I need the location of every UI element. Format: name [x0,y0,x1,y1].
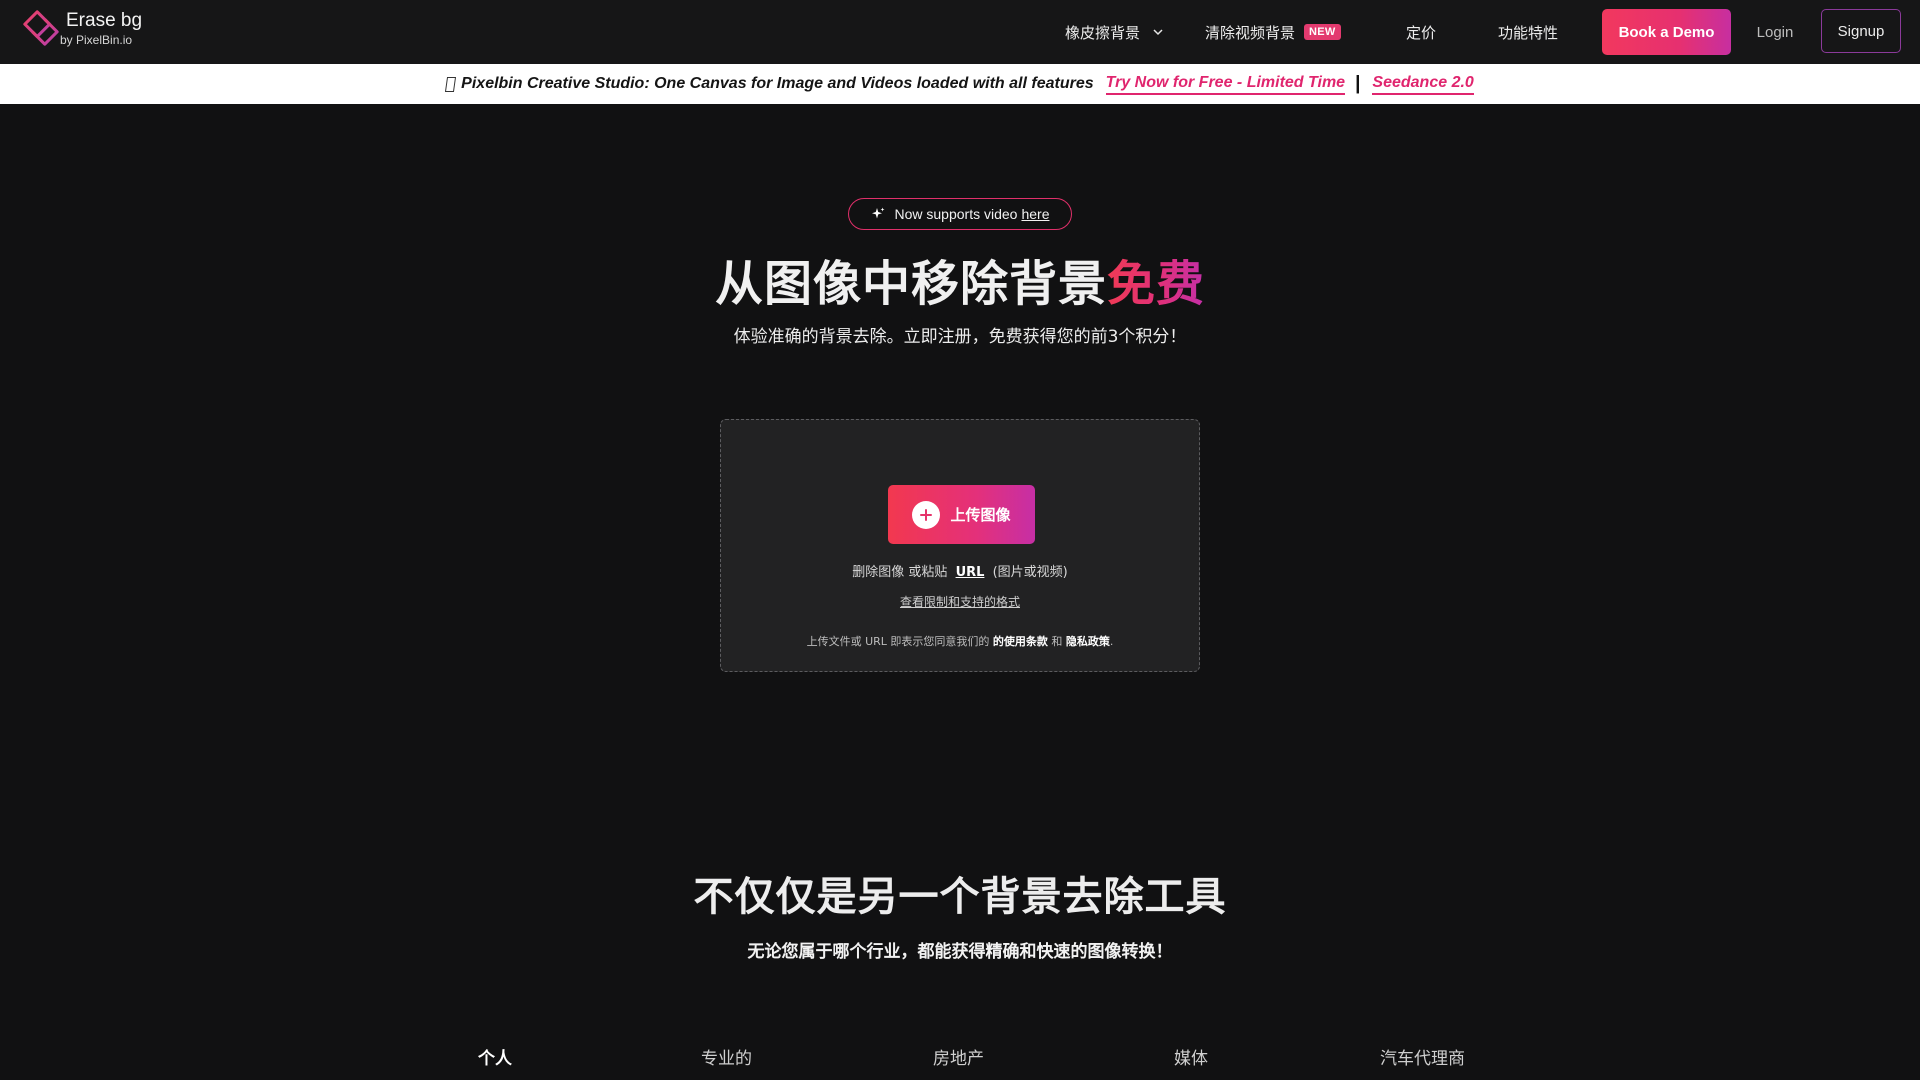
top-navigation-bar: Erase bg by PixelBin.io 橡皮擦背景 清除视频背景 NEW… [0,0,1920,64]
drop-instructions: 删除图像 或粘贴 URL (图片或视频) [721,561,1199,580]
limits-formats-link[interactable]: 查看限制和支持的格式 [900,595,1020,609]
tab-personal[interactable]: 个人 [478,1044,512,1069]
plus-icon [912,500,941,529]
hero-subtitle: 体验准确的背景去除。立即注册，免费获得您的前3个积分！ [733,327,1187,347]
signup-button[interactable]: Signup [1821,9,1901,53]
announcement-banner: Pixelbin Creative Studio: One Canvas for… [0,64,1920,104]
brand-text: Erase bg by PixelBin.io [60,9,143,47]
nav-item-label: 定价 [1406,23,1437,42]
nav-item-video-background[interactable]: 清除视频背景 NEW [1205,0,1341,64]
title-accent-free: 免费 [1107,256,1206,312]
nav-item-label: 清除视频背景 [1205,23,1296,42]
section-title: 不仅仅是另一个背景去除工具 [693,874,1227,920]
tab-real-estate[interactable]: 房地产 [933,1044,984,1069]
terms-suffix: . [1109,635,1114,648]
new-badge: NEW [1304,24,1341,40]
book-demo-button[interactable]: Book a Demo [1602,9,1731,55]
terms-and: 和 [1051,635,1063,648]
tab-car-dealers[interactable]: 汽车代理商 [1380,1044,1465,1069]
banner-seedance-link[interactable]: Seedance 2.0 [1372,74,1474,95]
tab-media[interactable]: 媒体 [1174,1044,1208,1069]
brand-logo-link[interactable]: Erase bg by PixelBin.io [22,9,162,55]
nav-item-features[interactable]: 功能特性 [1498,0,1558,64]
upload-image-button[interactable]: 上传图像 [888,485,1035,544]
industry-tabs: 个人 专业的 房地产 媒体 汽车代理商 [0,1044,1920,1074]
privacy-policy-link[interactable]: 隐私政策 [1066,635,1110,648]
missing-glyph-icon [445,76,457,92]
tab-professional[interactable]: 专业的 [701,1044,752,1069]
title-main: 从图像中移除背景 [714,256,1107,312]
pill-here-link[interactable]: here [1021,206,1049,222]
erase-bg-logo-icon [23,10,59,46]
banner-text: Pixelbin Creative Studio: One Canvas for… [461,75,1094,92]
brand-name: Erase bg [66,10,143,31]
section-subtitle: 无论您属于哪个行业，都能获得精确和快速的图像转换！ [747,942,1173,962]
paste-url-link[interactable]: URL [956,565,985,580]
nav-item-label: 橡皮擦背景 [1065,23,1141,42]
login-link[interactable]: Login [1745,9,1805,55]
page-title: 从图像中移除背景免费 [0,244,1920,314]
drop-text: 删除图像 或粘贴 [852,565,948,580]
nav-item-pricing[interactable]: 定价 [1406,0,1436,64]
banner-separator: | [1355,73,1361,94]
terms-prefix: 上传文件或 URL 即表示您同意我们的 [806,635,990,648]
nav-item-eraser-background[interactable]: 橡皮擦背景 [1065,0,1164,64]
upload-dropzone[interactable]: 上传图像 删除图像 或粘贴 URL (图片或视频) 查看限制和支持的格式 上传文… [720,419,1200,672]
banner-try-now-link[interactable]: Try Now for Free - Limited Time [1105,74,1346,95]
terms-of-use-link[interactable]: 的使用条款 [993,635,1048,648]
sparkle-icon [871,207,884,219]
upload-button-label: 上传图像 [950,507,1011,524]
terms-notice: 上传文件或 URL 即表示您同意我们的 的使用条款 和 隐私政策. [721,633,1199,649]
chevron-down-icon [1153,29,1163,36]
pill-text: Now supports video [894,206,1018,222]
nav-item-label: 功能特性 [1498,23,1559,42]
video-support-pill[interactable]: Now supports video here [848,198,1072,230]
brand-subtitle: by PixelBin.io [60,33,133,47]
drop-suffix: (图片或视频) [992,565,1068,580]
limits-formats-row: 查看限制和支持的格式 [721,593,1199,610]
